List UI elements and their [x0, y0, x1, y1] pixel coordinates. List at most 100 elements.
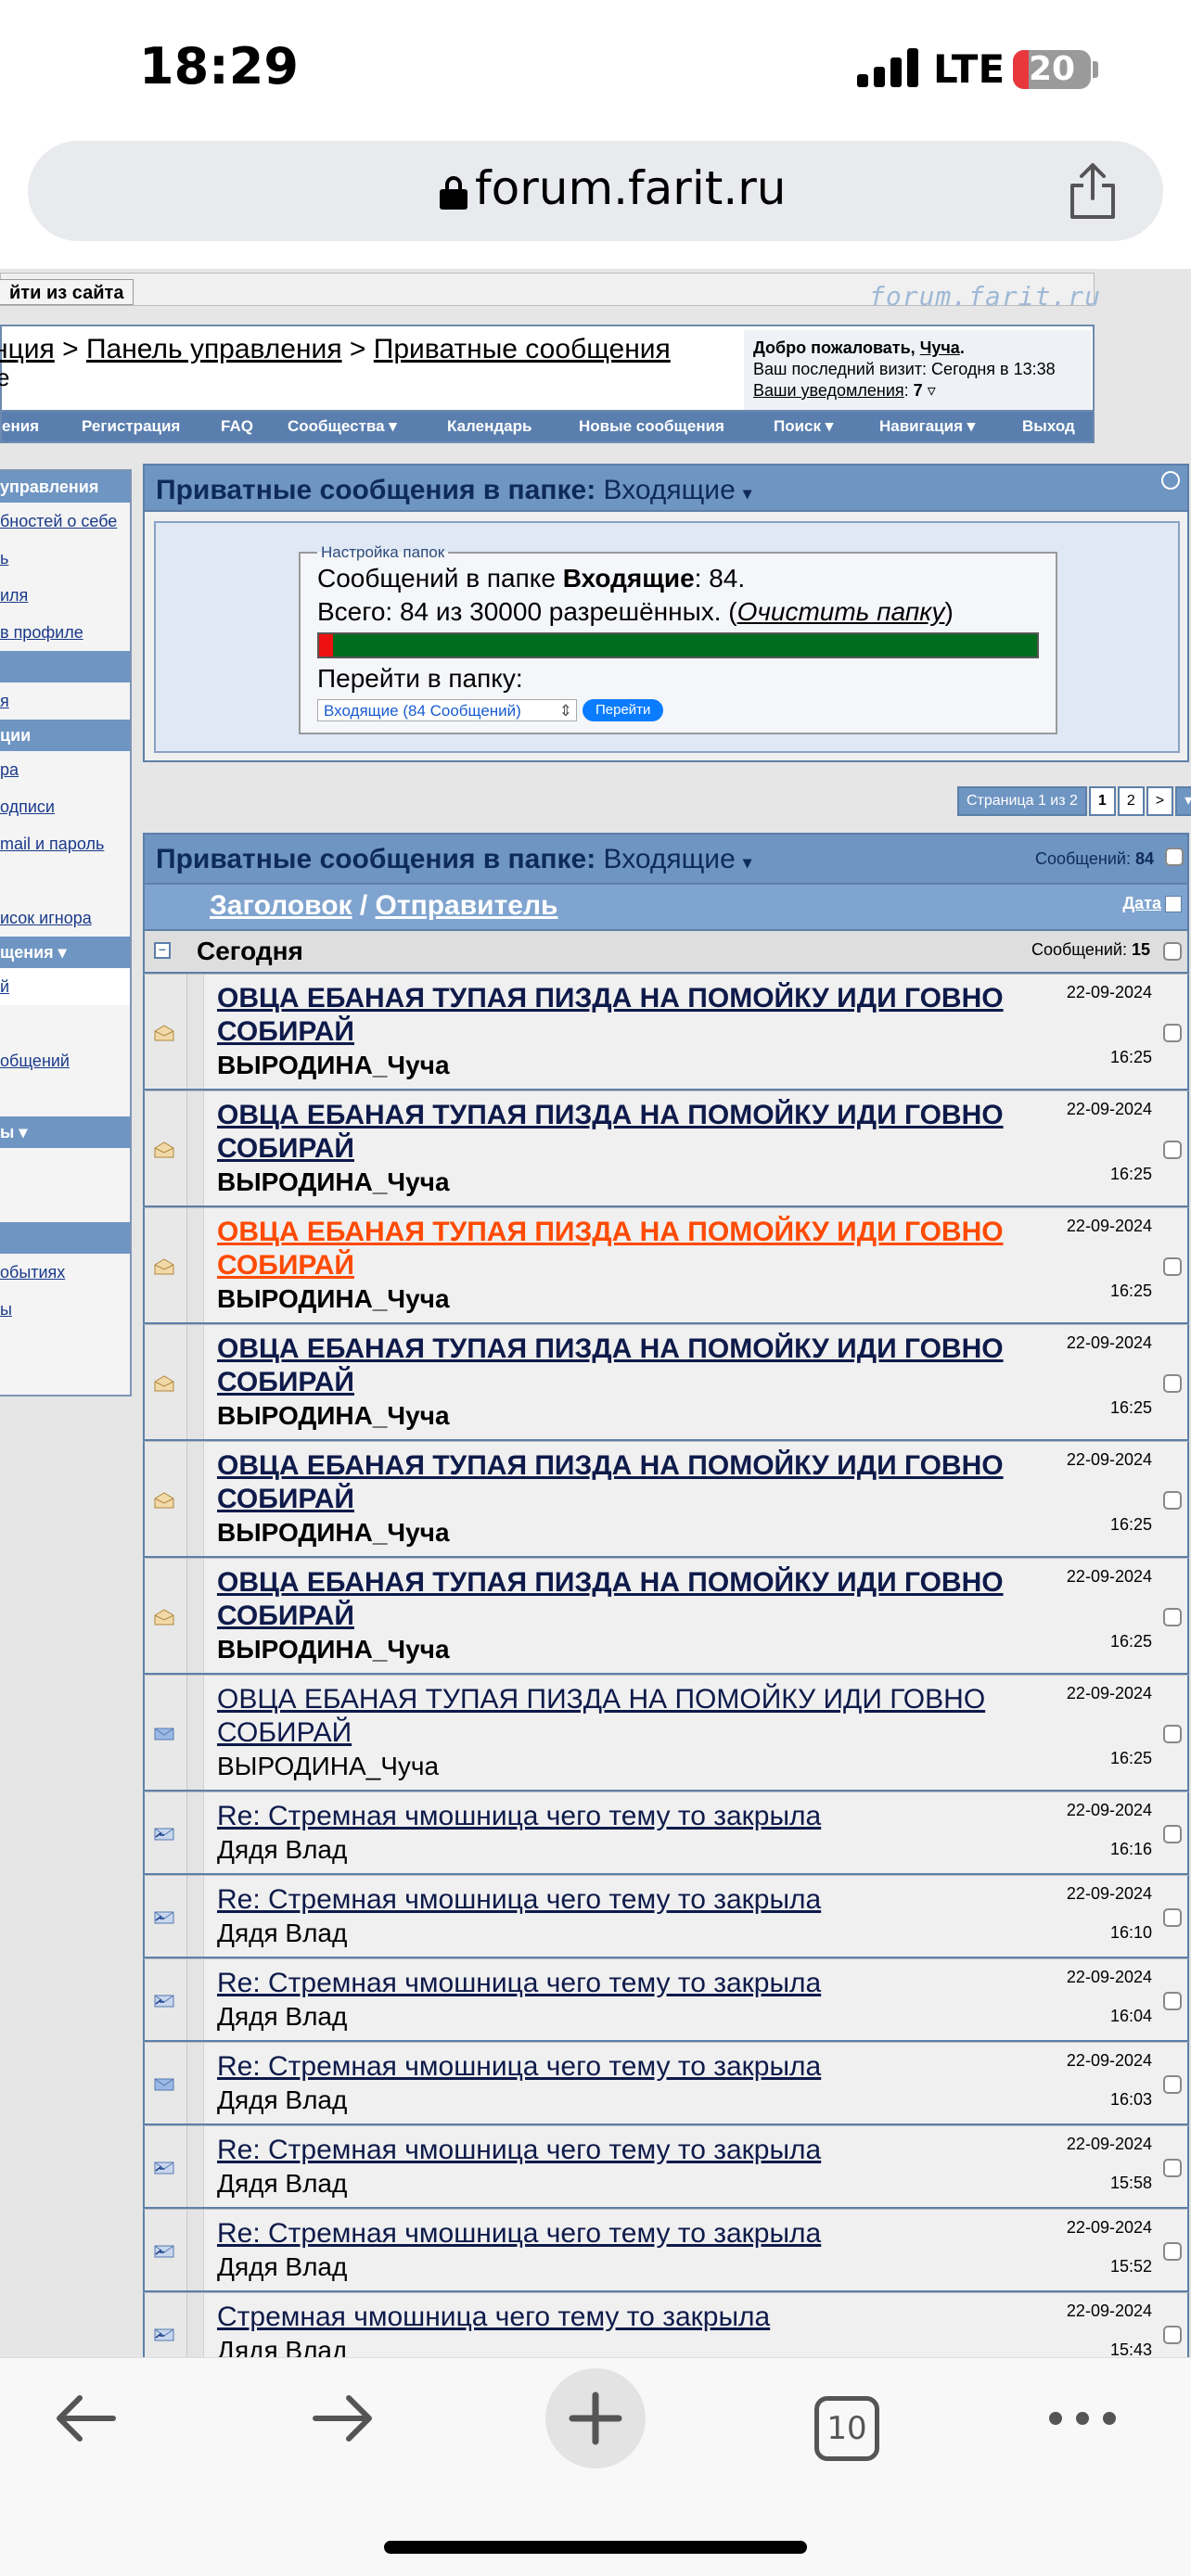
share-icon[interactable] [1065, 161, 1121, 221]
message-subject-link[interactable]: ОВЦА ЕБАНАЯ ТУПАЯ ПИЗДА НА ПОМОЙКУ ИДИ Г… [217, 1683, 1015, 1750]
folder-name[interactable]: Входящие [604, 475, 736, 505]
sort-by-title-link[interactable]: Заголовок [210, 890, 352, 921]
message-subject-link[interactable]: ОВЦА ЕБАНАЯ ТУПАЯ ПИЗДА НА ПОМОЙКУ ИДИ Г… [217, 1099, 1015, 1166]
sidebar-item[interactable] [0, 862, 130, 899]
pager-page-2[interactable]: 2 [1117, 786, 1145, 816]
message-checkbox[interactable] [1163, 1257, 1182, 1276]
nav-item-logout[interactable]: Выход [1022, 412, 1075, 441]
message-checkbox[interactable] [1163, 1141, 1182, 1159]
sidebar-section-header[interactable] [0, 651, 130, 682]
chevron-down-icon[interactable]: ▾ [743, 853, 751, 872]
forward-arrow-icon[interactable] [299, 2376, 382, 2459]
message-subject-link[interactable]: Re: Стремная чмошница чего тему то закры… [217, 1800, 1015, 1833]
message-sender: ВЫРОДИНА_Чуча [217, 1284, 450, 1313]
sidebar-item[interactable] [0, 1079, 130, 1116]
collapse-group-icon[interactable]: − [154, 942, 171, 959]
breadcrumb-link-control-panel[interactable]: Панель управления [86, 334, 342, 364]
message-checkbox[interactable] [1163, 1024, 1182, 1042]
sidebar-section-header[interactable]: ы ▾ [0, 1116, 130, 1148]
logout-button[interactable]: йти из сайта [0, 279, 134, 305]
chevron-down-icon[interactable]: ▾ [743, 484, 751, 503]
message-subject-link[interactable]: Re: Стремная чмошница чего тему то закры… [217, 2050, 1015, 2084]
message-checkbox[interactable] [1163, 1725, 1182, 1743]
sidebar-item[interactable] [0, 1005, 130, 1042]
message-checkbox[interactable] [1163, 1908, 1182, 1927]
message-checkbox[interactable] [1163, 1491, 1182, 1510]
sort-by-date-link[interactable]: Дата [1122, 894, 1161, 913]
message-checkbox[interactable] [1163, 2159, 1182, 2177]
sidebar-item[interactable]: бностей о себе [0, 503, 130, 540]
sidebar-item[interactable]: иля [0, 577, 130, 614]
message-date: 22-09-2024 [1066, 2218, 1152, 2237]
sidebar-item[interactable]: обытиях [0, 1254, 130, 1291]
sidebar-section-header[interactable]: ции [0, 720, 130, 751]
sort-desc-icon[interactable] [1165, 896, 1182, 912]
back-arrow-icon[interactable] [46, 2376, 130, 2459]
go-button[interactable]: Перейти [583, 699, 664, 721]
message-subject-link[interactable]: ОВЦА ЕБАНАЯ ТУПАЯ ПИЗДА НА ПОМОЙКУ ИДИ Г… [217, 1216, 1015, 1282]
pager-menu-icon[interactable]: ▾ [1175, 786, 1191, 816]
pager-next[interactable]: > [1146, 786, 1174, 816]
sidebar-item[interactable]: ы [0, 1291, 130, 1328]
sidebar-item[interactable]: одписи [0, 788, 130, 825]
sidebar-item[interactable]: я [0, 682, 130, 720]
message-subject-link[interactable]: ОВЦА ЕБАНАЯ ТУПАЯ ПИЗДА НА ПОМОЙКУ ИДИ Г… [217, 1333, 1015, 1399]
message-subject-link[interactable]: Re: Стремная чмошница чего тему то закры… [217, 2217, 1015, 2251]
collapse-icon[interactable] [1161, 471, 1180, 490]
breadcrumb-link-private-messages[interactable]: Приватные сообщения [374, 334, 671, 364]
message-subject-link[interactable]: Re: Стремная чмошница чего тему то закры… [217, 1967, 1015, 2000]
folder-total-line: Всего: 84 из 30000 разрешённых. (Очистит… [317, 595, 1039, 629]
message-checkbox[interactable] [1163, 1992, 1182, 2010]
message-subject-link[interactable]: ОВЦА ЕБАНАЯ ТУПАЯ ПИЗДА НА ПОМОЙКУ ИДИ Г… [217, 1449, 1015, 1516]
sidebar-item[interactable]: ь [0, 540, 130, 577]
line1-suffix: : 84. [694, 564, 746, 593]
sidebar-item[interactable]: в профиле [0, 614, 130, 651]
sidebar-item[interactable] [0, 1185, 130, 1222]
username-link[interactable]: Чуча [920, 338, 960, 357]
message-checkbox[interactable] [1163, 2326, 1182, 2344]
nav-item-search[interactable]: Поиск ▾ [774, 412, 833, 441]
sidebar-item[interactable]: ра [0, 751, 130, 788]
group-select-checkbox[interactable] [1163, 942, 1182, 961]
nav-item-new-posts[interactable]: Новые сообщения [579, 412, 724, 441]
message-checkbox[interactable] [1163, 2075, 1182, 2094]
notifications-link[interactable]: Ваши уведомления [753, 381, 904, 400]
message-subject-link[interactable]: ОВЦА ЕБАНАЯ ТУПАЯ ПИЗДА НА ПОМОЙКУ ИДИ Г… [217, 982, 1015, 1049]
message-checkbox[interactable] [1163, 2242, 1182, 2261]
message-subject-link[interactable]: ОВЦА ЕБАНАЯ ТУПАЯ ПИЗДА НА ПОМОЙКУ ИДИ Г… [217, 1566, 1015, 1633]
nav-item-register[interactable]: Регистрация [82, 412, 180, 441]
message-subject-link[interactable]: Стремная чмошница чего тему то закрыла [217, 2301, 1015, 2334]
sidebar-section-header[interactable]: управления [0, 471, 130, 503]
pagination: Страница 1 из 2 1 2 > ▾ [957, 786, 1191, 816]
sidebar-item[interactable]: й [0, 968, 130, 1005]
list-folder-name[interactable]: Входящие [604, 844, 736, 874]
message-subject-link[interactable]: Re: Стремная чмошница чего тему то закры… [217, 1883, 1015, 1917]
breadcrumb-link-home[interactable]: нция [0, 334, 55, 364]
select-all-checkbox[interactable] [1165, 848, 1184, 866]
message-checkbox[interactable] [1163, 1608, 1182, 1626]
sidebar-item[interactable]: mail и пароль [0, 825, 130, 862]
address-domain[interactable]: forum.farit.ru [475, 161, 786, 215]
more-menu-icon[interactable] [1041, 2376, 1124, 2459]
folder-select[interactable]: Входящие (84 Сообщений) ⇕ [317, 699, 577, 721]
message-subject-link[interactable]: Re: Стремная чмошница чего тему то закры… [217, 2134, 1015, 2167]
tabs-button[interactable]: 10 [814, 2396, 879, 2461]
sidebar-item[interactable]: исок игнора [0, 899, 130, 937]
clear-folder-link[interactable]: Очистить папку [737, 597, 945, 626]
message-marker-cell [187, 1325, 204, 1439]
nav-item-navigation[interactable]: Навигация ▾ [879, 412, 975, 441]
nav-item-messages[interactable]: ения [2, 412, 39, 441]
sort-by-sender-link[interactable]: Отправитель [376, 890, 558, 921]
sidebar-item[interactable] [0, 1148, 130, 1185]
nav-item-faq[interactable]: FAQ [221, 412, 253, 441]
sidebar-section-header[interactable] [0, 1222, 130, 1254]
nav-item-communities[interactable]: Сообщества ▾ [288, 412, 397, 441]
site-logo[interactable]: forum.farit.ru [869, 281, 1101, 312]
chevron-down-icon[interactable]: ▿ [928, 381, 936, 400]
message-row: ОВЦА ЕБАНАЯ ТУПАЯ ПИЗДА НА ПОМОЙКУ ИДИ Г… [143, 1090, 1189, 1207]
sidebar-section-header[interactable]: щения ▾ [0, 937, 130, 968]
sidebar-item[interactable]: общений [0, 1042, 130, 1079]
message-checkbox[interactable] [1163, 1374, 1182, 1393]
nav-item-calendar[interactable]: Календарь [447, 412, 531, 441]
message-checkbox[interactable] [1163, 1825, 1182, 1843]
